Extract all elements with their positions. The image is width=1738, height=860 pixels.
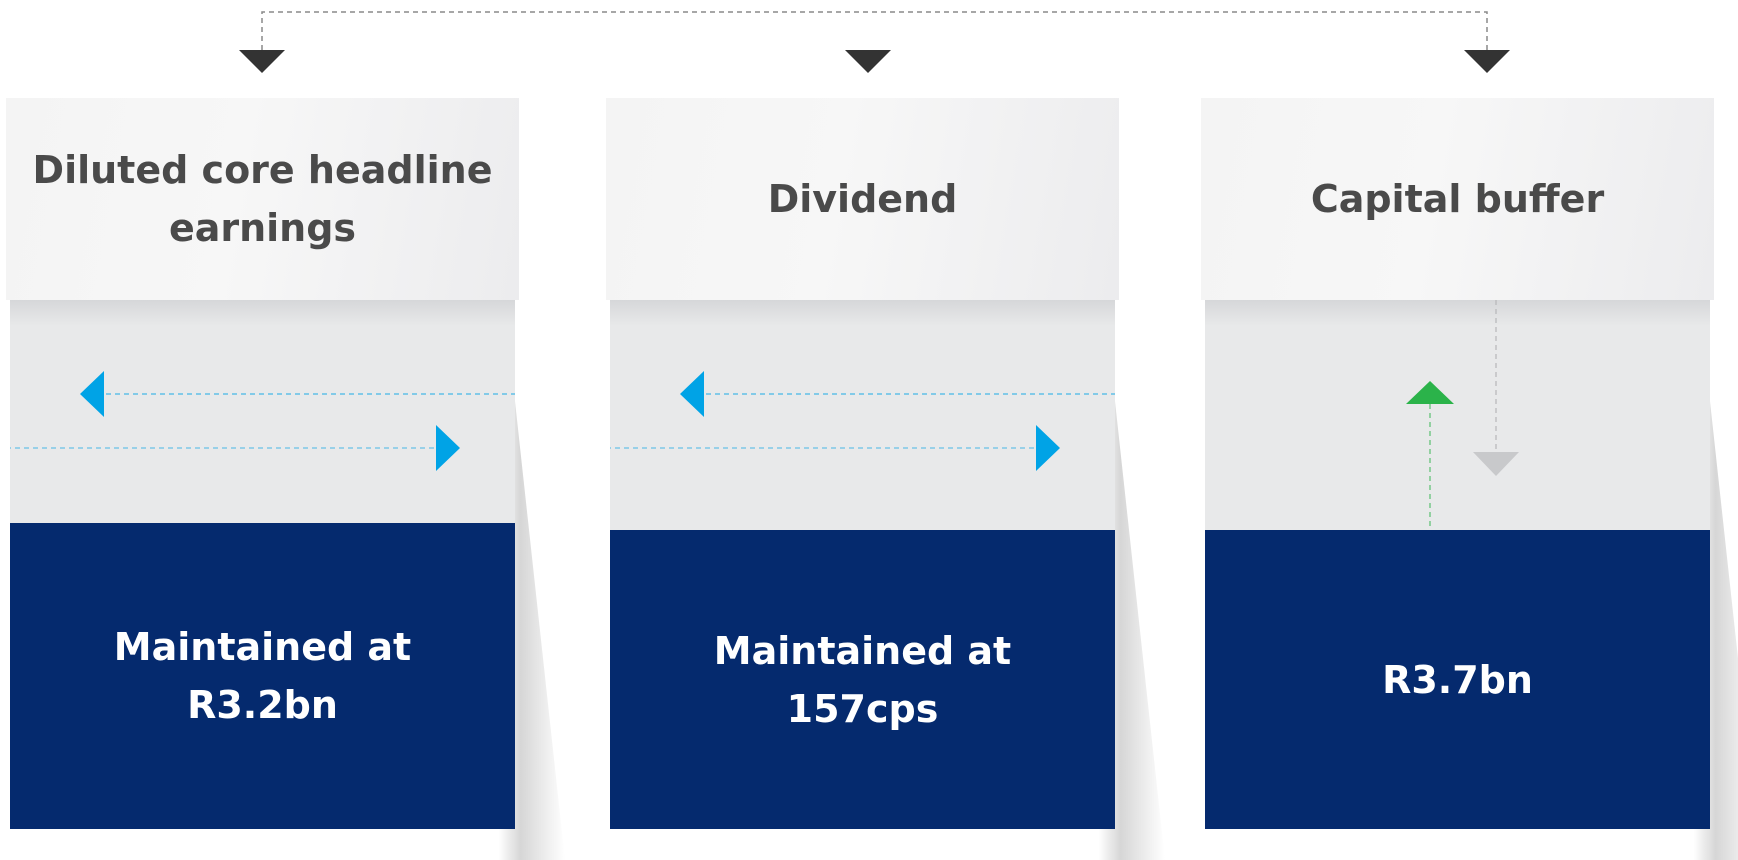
up-indicator <box>1406 300 1519 530</box>
connector-lines <box>239 11 1510 73</box>
right-arrow-icon <box>1036 425 1060 471</box>
left-arrow-icon <box>680 371 704 417</box>
card-header: Capital buffer <box>1201 98 1714 300</box>
card-dividend: Dividend Maintained at 157cps <box>606 98 1165 860</box>
pointer-down-icon <box>1464 50 1510 73</box>
card-title: Dividend <box>767 177 958 221</box>
card-capital-buffer: Capital buffer R3.7bn <box>1201 98 1738 860</box>
indicator-band <box>610 300 1115 530</box>
value-panel: R3.7bn <box>1205 530 1710 829</box>
down-arrow-icon <box>1473 452 1519 476</box>
pointer-down-icon <box>845 50 891 73</box>
left-arrow-icon <box>80 371 104 417</box>
pointer-down-icon <box>239 50 285 73</box>
indicator-band <box>1205 300 1710 530</box>
indicator-band <box>10 300 515 523</box>
card-title: Diluted core headline earnings <box>32 148 493 250</box>
card-header: Dividend <box>606 98 1119 300</box>
value-panel: Maintained at R3.2bn <box>10 523 515 829</box>
value-panel: Maintained at 157cps <box>610 530 1115 829</box>
right-arrow-icon <box>436 425 460 471</box>
card-diluted-earnings: Diluted core headline earnings Maintaine… <box>6 98 565 860</box>
card-title: Capital buffer <box>1310 177 1605 221</box>
card-value: R3.7bn <box>1382 657 1533 702</box>
card-header: Diluted core headline earnings <box>6 98 519 300</box>
card-value: Maintained at 157cps <box>713 628 1012 731</box>
sideways-indicator <box>10 371 515 471</box>
sideways-indicator <box>610 371 1115 471</box>
card-value: Maintained at R3.2bn <box>113 625 412 727</box>
up-arrow-icon <box>1406 381 1454 404</box>
